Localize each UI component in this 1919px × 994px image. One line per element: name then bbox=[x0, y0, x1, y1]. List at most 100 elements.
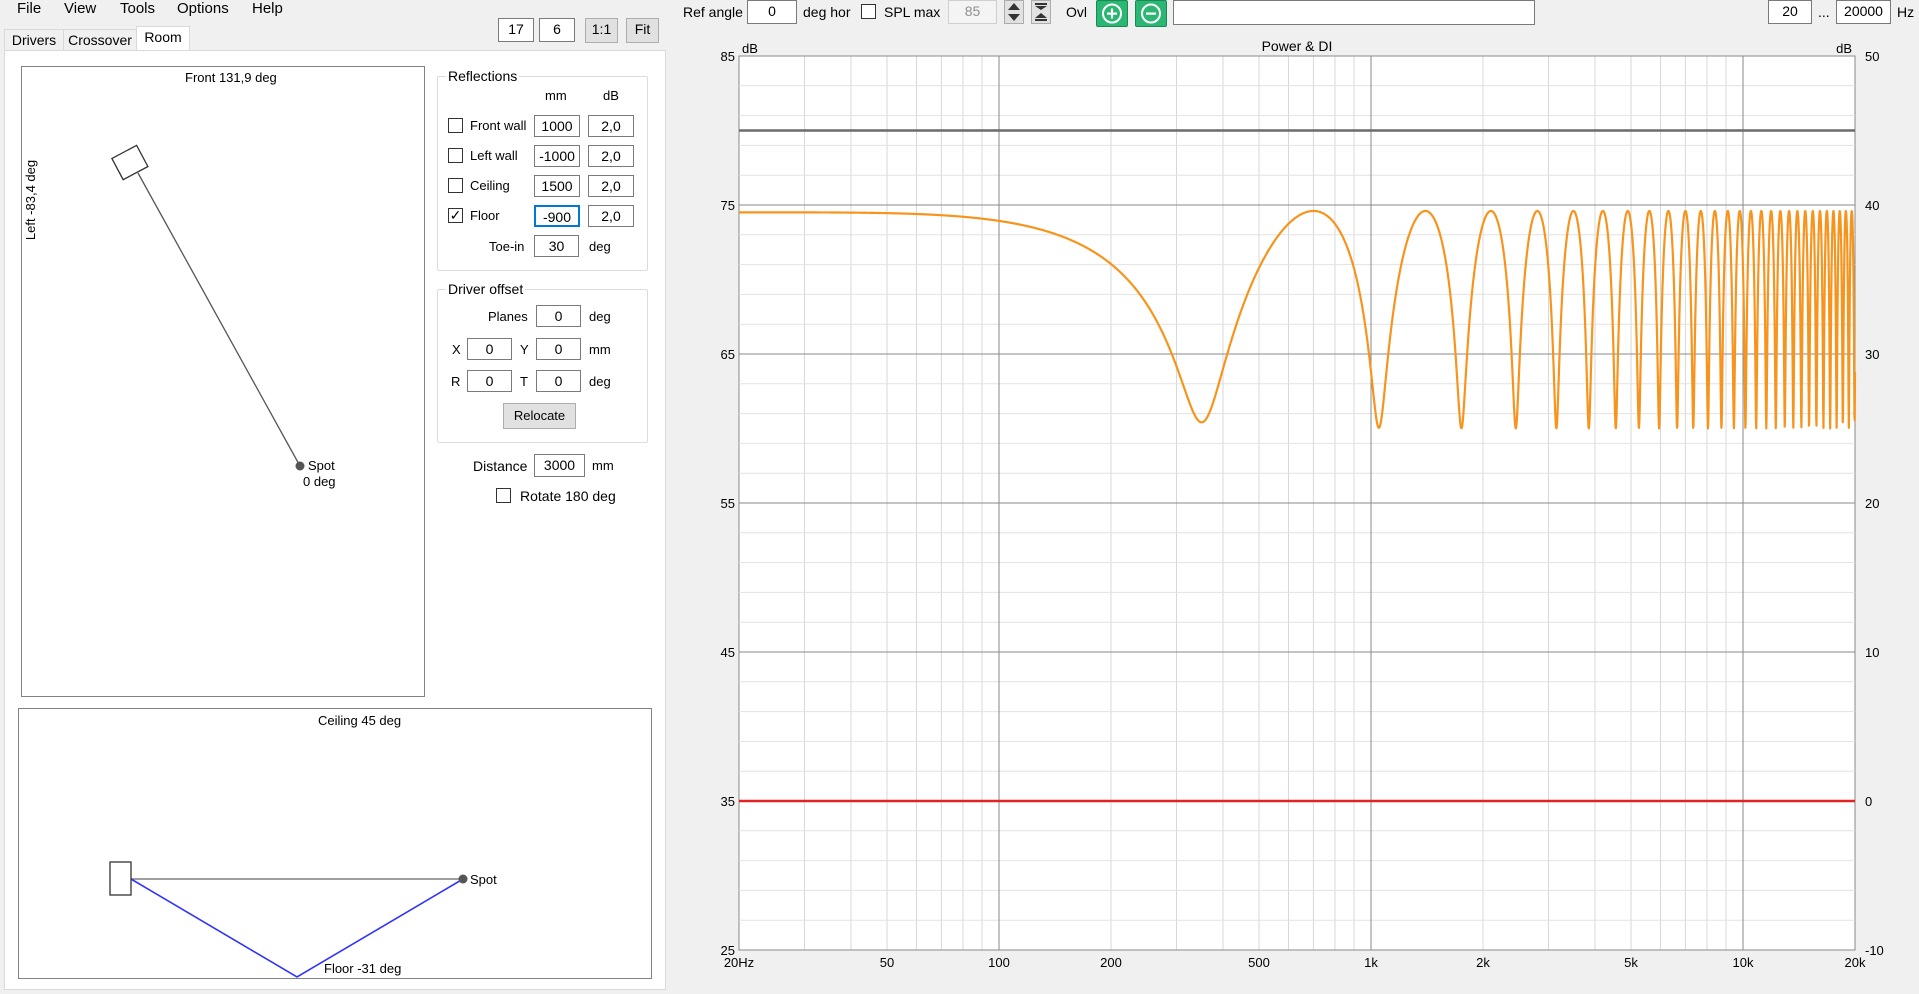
chart-title: Power & DI bbox=[1262, 38, 1333, 54]
reflection-2-checkbox[interactable] bbox=[448, 178, 463, 193]
freq-range-sep: ... bbox=[1818, 4, 1830, 20]
x-tick-label: 2k bbox=[1476, 955, 1490, 970]
y-right-tick-label: 40 bbox=[1865, 198, 1879, 213]
y-right-tick-label: 20 bbox=[1865, 496, 1879, 511]
menu-tools[interactable]: Tools bbox=[120, 0, 155, 18]
x-field[interactable]: 0 bbox=[467, 338, 512, 360]
tab-room[interactable]: Room bbox=[136, 26, 190, 51]
x-tick-label: 200 bbox=[1100, 955, 1122, 970]
power-di-chart[interactable]: 20Hz 50 100 200 500 1k 2k 5k 10k 20k 25 35 45 55 65 75 8… bbox=[677, 34, 1919, 994]
toe-in-label: Toe-in bbox=[489, 239, 525, 254]
driver-offset-group: Driver offset Planes 0 deg X 0 Y 0 mm R … bbox=[437, 281, 648, 443]
reflection-0-checkbox[interactable] bbox=[448, 118, 463, 133]
hz-label: Hz bbox=[1897, 4, 1915, 20]
add-overlay-button[interactable] bbox=[1096, 0, 1128, 27]
x-tick-label: 20k bbox=[1845, 955, 1866, 970]
remove-overlay-button[interactable] bbox=[1135, 0, 1167, 27]
y-right-tick-label: -10 bbox=[1865, 943, 1884, 958]
reflection-2-label: Ceiling bbox=[470, 178, 510, 193]
speaker-top-icon bbox=[111, 144, 149, 181]
relocate-button[interactable]: Relocate bbox=[503, 403, 576, 429]
reflections-title: Reflections bbox=[446, 68, 520, 84]
menu-options[interactable]: Options bbox=[177, 0, 229, 18]
x-tick-label: 100 bbox=[988, 955, 1010, 970]
distance-unit: mm bbox=[592, 458, 614, 473]
zoom-a-field[interactable]: 17 bbox=[498, 18, 534, 42]
toe-in-unit: deg bbox=[589, 239, 611, 254]
spl-up-down-button[interactable] bbox=[1004, 0, 1024, 24]
reflection-3-mm-field[interactable]: -900 bbox=[534, 205, 580, 227]
toe-in-field[interactable]: 30 bbox=[534, 235, 579, 257]
freq-min-field[interactable]: 20 bbox=[1768, 0, 1812, 24]
y-right-tick-label: 0 bbox=[1865, 794, 1872, 809]
y-left-unit-label: dB bbox=[742, 41, 758, 56]
reflections-group: Reflections mm dB Front wall 1000 2,0 Left … bbox=[437, 68, 648, 271]
driver-offset-title: Driver offset bbox=[446, 281, 526, 297]
planes-field[interactable]: 0 bbox=[536, 305, 581, 327]
tab-drivers[interactable]: Drivers bbox=[4, 29, 64, 50]
x-tick-label: 10k bbox=[1733, 955, 1754, 970]
listening-spot-marker bbox=[295, 461, 305, 471]
t-field[interactable]: 0 bbox=[536, 370, 581, 392]
top-view-front-label: Front 131,9 deg bbox=[185, 70, 277, 85]
y-label: Y bbox=[520, 342, 529, 357]
x-label: X bbox=[452, 342, 461, 357]
top-view-left-label: Left -83,4 deg bbox=[23, 159, 39, 241]
reflection-1-mm-field[interactable]: -1000 bbox=[534, 145, 580, 167]
y-left-tick-label: 45 bbox=[721, 645, 735, 660]
top-view-canvas bbox=[111, 144, 305, 471]
room-top-view[interactable]: Front 131,9 deg Left -83,4 deg Spot 0 de… bbox=[21, 66, 425, 697]
side-view-floor-label: Floor -31 deg bbox=[324, 961, 402, 976]
y-field[interactable]: 0 bbox=[536, 338, 581, 360]
reflection-0-db-field[interactable]: 2,0 bbox=[588, 115, 634, 137]
y-left-tick-label: 25 bbox=[721, 943, 735, 958]
power-di-plot: 20Hz 50 100 200 500 1k 2k 5k 10k 20k2535455565758… bbox=[721, 38, 1884, 970]
r-field[interactable]: 0 bbox=[467, 370, 512, 392]
side-view-spot-label: Spot bbox=[470, 872, 497, 887]
y-right-tick-label: 50 bbox=[1865, 49, 1879, 64]
spl-max-checkbox[interactable] bbox=[861, 4, 876, 19]
reflection-2-db-field[interactable]: 2,0 bbox=[588, 175, 634, 197]
up-down-arrows-icon bbox=[1008, 3, 1020, 21]
tab-crossover[interactable]: Crossover bbox=[63, 29, 137, 50]
direct-path-line bbox=[137, 172, 301, 467]
y-left-tick-label: 55 bbox=[721, 496, 735, 511]
r-label: R bbox=[451, 374, 461, 389]
reflection-1-label: Left wall bbox=[470, 148, 518, 163]
menu-view[interactable]: View bbox=[64, 0, 96, 18]
zoom-b-field[interactable]: 6 bbox=[539, 18, 575, 42]
spl-fit-button[interactable] bbox=[1031, 0, 1051, 24]
speaker-side-icon bbox=[109, 861, 132, 896]
menu-file[interactable]: File bbox=[17, 0, 41, 18]
y-left-tick-label: 85 bbox=[721, 49, 735, 64]
ovl-label: Ovl bbox=[1066, 4, 1087, 20]
room-side-view[interactable]: Ceiling 45 deg Floor -31 deg Spot bbox=[18, 708, 652, 979]
reflection-3-checkbox[interactable]: ✓ bbox=[448, 208, 463, 223]
reflection-1-db-field[interactable]: 2,0 bbox=[588, 145, 634, 167]
y-left-tick-label: 75 bbox=[721, 198, 735, 213]
distance-field[interactable]: 3000 bbox=[534, 454, 585, 477]
ref-angle-field[interactable]: 0 bbox=[747, 0, 797, 24]
floor-reflection-path bbox=[130, 878, 464, 978]
t-label: T bbox=[520, 374, 528, 389]
spl-max-field[interactable]: 85 bbox=[948, 0, 997, 24]
deg-hor-label: deg hor bbox=[803, 4, 851, 20]
reflection-2-mm-field[interactable]: 1500 bbox=[534, 175, 580, 197]
reflections-col-db: dB bbox=[603, 88, 619, 103]
side-view-ceiling-label: Ceiling 45 deg bbox=[318, 713, 402, 728]
zoom-1to1-button[interactable]: 1:1 bbox=[585, 18, 618, 43]
y-right-unit-label: dB bbox=[1836, 41, 1852, 56]
menu-help[interactable]: Help bbox=[252, 0, 283, 18]
x-tick-label: 500 bbox=[1248, 955, 1270, 970]
menu-bar: File View Tools Options Help bbox=[0, 0, 680, 20]
zoom-fit-button[interactable]: Fit bbox=[626, 18, 659, 43]
freq-max-field[interactable]: 20000 bbox=[1836, 0, 1891, 24]
rotate-180-checkbox[interactable] bbox=[496, 488, 511, 503]
plus-icon bbox=[1102, 3, 1122, 24]
side-view-canvas bbox=[109, 861, 468, 978]
reflection-1-checkbox[interactable] bbox=[448, 148, 463, 163]
spl-max-label: SPL max bbox=[884, 4, 941, 20]
overlay-name-field[interactable] bbox=[1173, 0, 1535, 25]
reflection-0-mm-field[interactable]: 1000 bbox=[534, 115, 580, 137]
reflection-3-db-field[interactable]: 2,0 bbox=[588, 205, 634, 227]
